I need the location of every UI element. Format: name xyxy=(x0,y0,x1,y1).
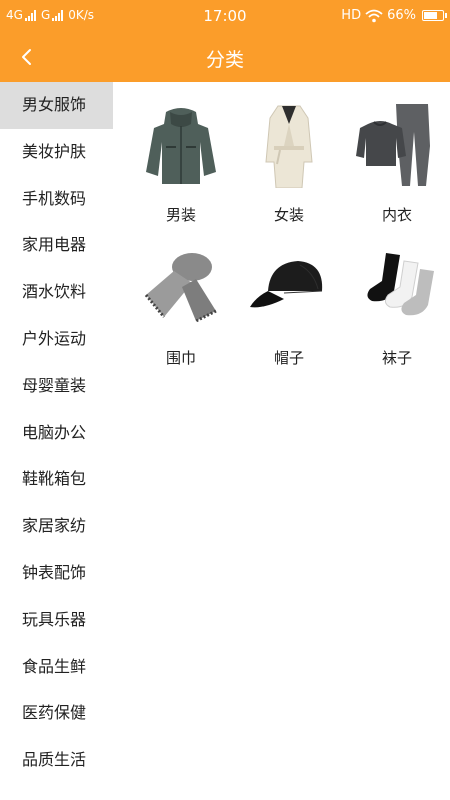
back-button[interactable] xyxy=(10,40,44,74)
subcategory-socks[interactable]: 袜子 xyxy=(343,241,450,384)
hd-badge: HD xyxy=(341,8,362,23)
mens-jacket-image xyxy=(131,98,231,192)
sidebar-item-food[interactable]: 食品生鲜 xyxy=(0,644,113,691)
sidebar-item-baby[interactable]: 母婴童装 xyxy=(0,363,113,410)
status-right: HD 66% xyxy=(341,8,447,23)
sidebar-item-lifestyle[interactable]: 品质生活 xyxy=(0,737,113,784)
sidebar-item-computer[interactable]: 电脑办公 xyxy=(0,410,113,457)
battery-percent: 66% xyxy=(387,8,416,23)
subcategory-label: 帽子 xyxy=(273,349,304,367)
subcategory-label: 袜子 xyxy=(381,349,412,367)
sidebar-item-appliances[interactable]: 家用电器 xyxy=(0,222,113,269)
status-bar: 4G G 0K/s 17:00 HD 66% xyxy=(0,0,450,32)
header-bar: 分类 xyxy=(0,32,450,82)
sidebar-item-watches[interactable]: 钟表配饰 xyxy=(0,550,113,597)
sidebar-item-home[interactable]: 家居家纺 xyxy=(0,503,113,550)
subcategory-underwear[interactable]: 内衣 xyxy=(343,98,450,241)
subcategory-scarf[interactable]: 围巾 xyxy=(127,241,235,384)
sidebar-item-outdoor[interactable]: 户外运动 xyxy=(0,316,113,363)
battery-fill xyxy=(424,12,438,19)
womens-coat-image xyxy=(239,98,339,192)
subcategory-cap[interactable]: 帽子 xyxy=(235,241,343,384)
chevron-left-icon xyxy=(22,49,31,65)
sidebar-item-toys[interactable]: 玩具乐器 xyxy=(0,597,113,644)
sidebar-item-drinks[interactable]: 酒水饮料 xyxy=(0,269,113,316)
sidebar-item-digital[interactable]: 手机数码 xyxy=(0,176,113,223)
subcategory-label: 男装 xyxy=(165,206,196,224)
category-content: 男装 女装 内衣 围巾 帽子 袜子 xyxy=(113,82,450,800)
subcategory-label: 女装 xyxy=(273,206,304,224)
page-title: 分类 xyxy=(205,49,244,71)
scarf-image xyxy=(131,241,231,335)
sidebar-item-beauty[interactable]: 美妆护肤 xyxy=(0,129,113,176)
socks-image xyxy=(347,241,447,335)
category-sidebar: 男女服饰 美妆护肤 手机数码 家用电器 酒水饮料 户外运动 母婴童装 电脑办公 … xyxy=(0,82,113,800)
subcategory-label: 内衣 xyxy=(381,206,412,224)
sidebar-item-apparel[interactable]: 男女服饰 xyxy=(0,82,113,129)
wifi-icon xyxy=(365,9,383,22)
subcategory-womens[interactable]: 女装 xyxy=(235,98,343,241)
sidebar-item-shoes-bags[interactable]: 鞋靴箱包 xyxy=(0,456,113,503)
underwear-set-image xyxy=(347,98,447,192)
subcategory-mens[interactable]: 男装 xyxy=(127,98,235,241)
subcategory-label: 围巾 xyxy=(165,349,196,367)
sidebar-item-health[interactable]: 医药保健 xyxy=(0,690,113,737)
battery-icon xyxy=(422,10,447,21)
cap-image xyxy=(239,241,339,335)
subcategory-grid: 男装 女装 内衣 围巾 帽子 袜子 xyxy=(127,98,450,384)
